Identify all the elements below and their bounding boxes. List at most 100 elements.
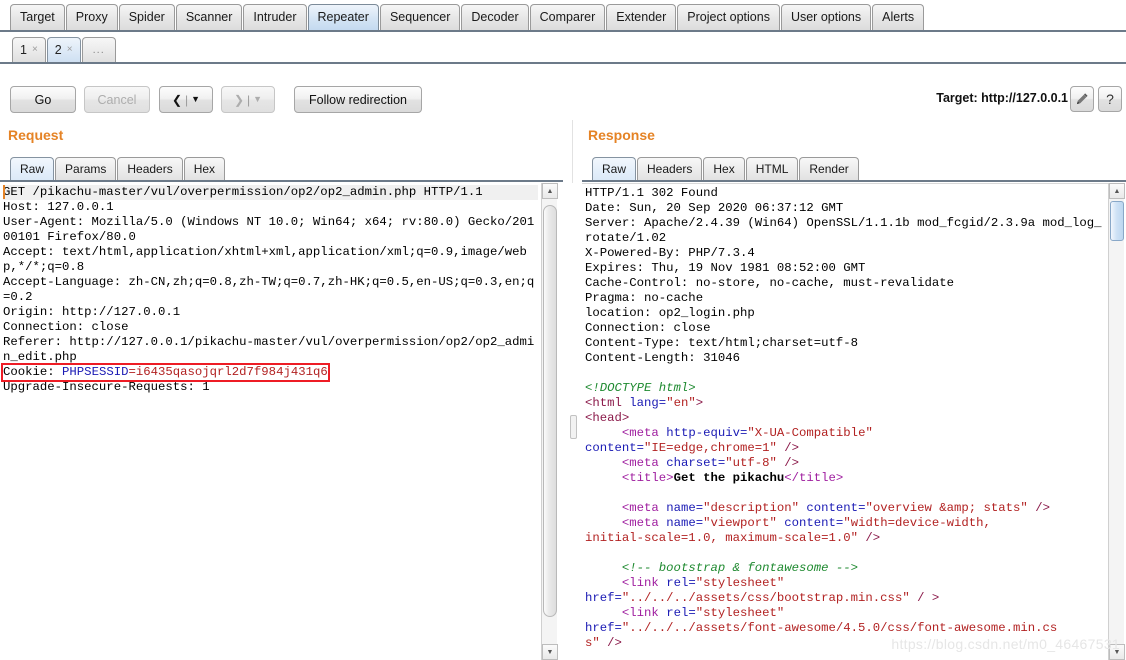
response-body-meta-name-attr: name= xyxy=(658,501,704,515)
cookie-key: PHPSESSID xyxy=(62,365,129,379)
response-body-html-bracket: > xyxy=(695,396,704,410)
scroll-down-icon[interactable]: ▼ xyxy=(542,644,558,660)
main-tab-user-options[interactable]: User options xyxy=(780,4,872,30)
response-header-powered-by: X-Powered-By: PHP/7.3.4 xyxy=(585,246,755,260)
scrollbar-thumb[interactable] xyxy=(543,205,557,617)
response-editor[interactable]: HTTP/1.1 302 Found Date: Sun, 20 Sep 202… xyxy=(582,183,1108,660)
close-icon[interactable]: × xyxy=(32,38,38,62)
request-tab-hex[interactable]: Hex xyxy=(183,157,226,181)
response-body-head-tag: <head> xyxy=(585,411,630,425)
request-line: GET /pikachu-master/vul/overpermission/o… xyxy=(3,185,483,199)
response-body-fontawesome-href-a: "../../../assets/font-awesome/4.5.0/css/… xyxy=(621,621,1058,635)
response-tab-render[interactable]: Render xyxy=(799,157,859,181)
request-header-accept-language: Accept-Language: zh-CN,zh;q=0.8,zh-TW;q=… xyxy=(3,275,535,304)
response-tab-raw[interactable]: Raw xyxy=(592,157,637,181)
request-header-referer: Referer: http://127.0.0.1/pikachu-master… xyxy=(3,335,535,364)
response-body-meta-tag: <meta xyxy=(621,456,659,470)
edit-target-button[interactable] xyxy=(1070,86,1094,112)
button-divider: | xyxy=(185,92,189,107)
chevron-down-icon[interactable]: ▼ xyxy=(253,95,262,104)
go-button[interactable]: Go xyxy=(10,86,76,113)
scroll-down-icon[interactable]: ▼ xyxy=(1109,644,1125,660)
help-button[interactable]: ? xyxy=(1098,86,1122,112)
main-tab-decoder[interactable]: Decoder xyxy=(461,4,529,30)
close-icon[interactable]: × xyxy=(67,38,73,62)
repeater-tab-2[interactable]: 2 × xyxy=(46,37,81,62)
scrollbar-thumb[interactable] xyxy=(1110,201,1124,241)
response-header-pragma: Pragma: no-cache xyxy=(585,291,704,305)
response-body-link-rel-value: "stylesheet" xyxy=(695,576,785,590)
response-body-comment: <!-- bootstrap & fontawesome --> xyxy=(621,561,859,575)
request-line-row: GET /pikachu-master/vul/overpermission/o… xyxy=(3,185,538,200)
main-tab-scanner[interactable]: Scanner xyxy=(175,4,243,30)
main-tab-sequencer[interactable]: Sequencer xyxy=(379,4,461,30)
main-tab-project-options[interactable]: Project options xyxy=(677,4,780,30)
request-scrollbar[interactable]: ▲ ▼ xyxy=(541,183,558,660)
main-tab-alerts[interactable]: Alerts xyxy=(872,4,925,30)
response-body-selfclose: /> xyxy=(858,531,881,545)
response-body-meta-content-attr: content= xyxy=(776,516,844,530)
response-body-meta-attr: http-equiv= xyxy=(658,426,748,440)
main-tab-target[interactable]: Target xyxy=(10,4,65,30)
request-header-upgrade: Upgrade-Insecure-Requests: 1 xyxy=(3,380,210,394)
pencil-icon xyxy=(1076,93,1088,105)
response-body-html-attr-value: "en" xyxy=(666,396,696,410)
request-view-tabs: Raw Params Headers Hex xyxy=(10,155,226,181)
response-panel-title: Response xyxy=(588,127,655,143)
response-body-selfclose: /> xyxy=(1027,501,1050,515)
repeater-tab-label: 1 xyxy=(20,43,27,57)
request-tab-headers[interactable]: Headers xyxy=(117,157,183,181)
response-body-doctype: <!DOCTYPE html> xyxy=(585,381,696,395)
response-body-meta-name-attr: name= xyxy=(658,516,704,530)
target-label: Target: http://127.0.0.1 xyxy=(936,91,1068,105)
response-view-tabs: Raw Headers Hex HTML Render xyxy=(592,155,860,181)
request-tab-params[interactable]: Params xyxy=(55,157,117,181)
request-tab-raw[interactable]: Raw xyxy=(10,157,55,181)
text-caret xyxy=(3,185,5,199)
response-header-server: Server: Apache/2.4.39 (Win64) OpenSSL/1.… xyxy=(585,216,1102,245)
response-body-meta-content-value: "IE=edge,chrome=1" xyxy=(644,441,777,455)
response-header-expires: Expires: Thu, 19 Nov 1981 08:52:00 GMT xyxy=(585,261,866,275)
response-body-link-rel-attr: rel= xyxy=(658,576,696,590)
response-body-link-tag: <link xyxy=(621,606,659,620)
back-button[interactable]: ❮ | ▼ xyxy=(159,86,213,113)
forward-button[interactable]: ❯ | ▼ xyxy=(221,86,275,113)
splitter-grip[interactable] xyxy=(570,415,577,439)
main-tab-proxy[interactable]: Proxy xyxy=(65,4,118,30)
response-header-date: Date: Sun, 20 Sep 2020 06:37:12 GMT xyxy=(585,201,844,215)
response-body-title-open: <title> xyxy=(621,471,674,485)
response-scrollbar[interactable]: ▲ ▼ xyxy=(1108,183,1125,660)
response-body-selfclose: /> xyxy=(776,456,800,470)
scroll-up-icon[interactable]: ▲ xyxy=(1109,183,1125,199)
main-tab-intruder[interactable]: Intruder xyxy=(243,4,307,30)
main-tab-comparer[interactable]: Comparer xyxy=(529,4,606,30)
request-header-host: Host: 127.0.0.1 xyxy=(3,200,114,214)
cancel-button[interactable]: Cancel xyxy=(84,86,150,113)
response-tab-html[interactable]: HTML xyxy=(745,157,799,181)
response-body-html-attr: lang= xyxy=(621,396,667,410)
forward-arrow-icon: ❯ xyxy=(233,92,244,107)
main-tab-repeater[interactable]: Repeater xyxy=(307,4,379,30)
response-body-html-tag: <html xyxy=(585,396,622,410)
response-body-link-tag: <link xyxy=(621,576,659,590)
repeater-tab-add[interactable]: ... xyxy=(81,37,116,62)
response-header-content-length: Content-Length: 31046 xyxy=(585,351,740,365)
main-tab-extender[interactable]: Extender xyxy=(606,4,677,30)
main-tab-spider[interactable]: Spider xyxy=(118,4,175,30)
response-body-link-rel-attr: rel= xyxy=(658,606,696,620)
response-tab-hex[interactable]: Hex xyxy=(703,157,745,181)
response-body-bootstrap-href: "../../../assets/css/bootstrap.min.css" xyxy=(621,591,910,605)
response-body-link-close: /> xyxy=(599,636,622,650)
chevron-down-icon[interactable]: ▼ xyxy=(191,95,200,104)
response-tab-headers[interactable]: Headers xyxy=(637,157,703,181)
request-header-accept: Accept: text/html,application/xhtml+xml,… xyxy=(3,245,527,274)
scroll-up-icon[interactable]: ▲ xyxy=(542,183,558,199)
panel-splitter[interactable] xyxy=(566,183,580,660)
repeater-tab-1[interactable]: 1 × xyxy=(12,37,46,62)
request-editor[interactable]: GET /pikachu-master/vul/overpermission/o… xyxy=(0,183,541,660)
response-body-meta-description-value: "overview &amp; stats" xyxy=(865,501,1028,515)
response-body-selfclose: /> xyxy=(776,441,800,455)
response-body-href-attr: href= xyxy=(585,621,622,635)
follow-redirection-button[interactable]: Follow redirection xyxy=(294,86,422,113)
request-tab-rule xyxy=(0,180,563,182)
